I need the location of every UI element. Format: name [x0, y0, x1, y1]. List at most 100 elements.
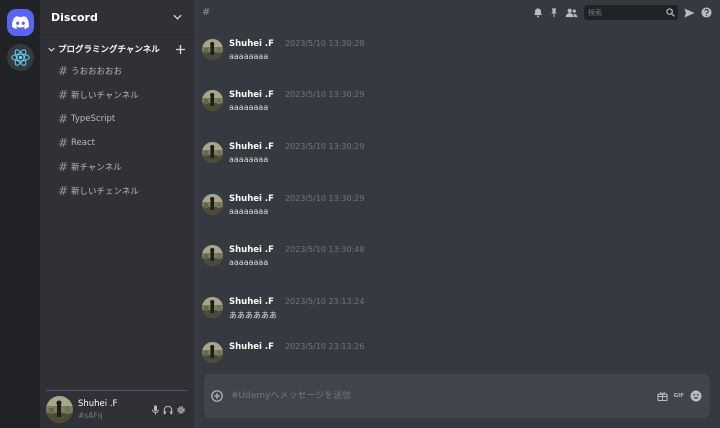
message-header: Shuhei .F 2023/5/10 13:30:29 [229, 194, 364, 204]
message-timestamp: 2023/5/10 23:13:26 [284, 342, 365, 351]
help-icon[interactable] [701, 7, 712, 18]
channel-label: 新しいチャンネル [71, 91, 139, 101]
channel-label: 新チャンネル [71, 163, 122, 173]
message-item[interactable]: Shuhei .F 2023/5/10 23:13:26 [202, 342, 364, 363]
search-icon[interactable] [666, 8, 675, 17]
plus-icon[interactable] [176, 44, 185, 54]
hash-icon: # [58, 160, 69, 174]
message-input[interactable] [231, 391, 657, 401]
message-text: aaaaaaaa [229, 207, 269, 216]
discord-logo-icon [11, 16, 29, 29]
server-react[interactable] [6, 44, 34, 71]
message-author[interactable]: Shuhei .F [229, 39, 274, 49]
message-body: Shuhei .F 2023/5/10 13:30:48 aaaaaaaa [229, 245, 364, 267]
message-item[interactable]: Shuhei .F 2023/5/10 13:30:29 aaaaaaaa [202, 142, 364, 164]
message-item[interactable]: Shuhei .F 2023/5/10 13:30:48 aaaaaaaa [202, 245, 364, 267]
gear-icon[interactable] [176, 405, 186, 415]
message-timestamp: 2023/5/10 13:30:29 [284, 194, 365, 203]
members-icon[interactable] [565, 8, 578, 18]
channel-item[interactable]: # 新しいチェンネル [40, 179, 194, 203]
message-text: ああああああ [229, 311, 277, 320]
gif-icon[interactable]: GIF [674, 393, 684, 399]
chat-topbar: # [194, 0, 720, 25]
channel-list: # うおおおおお # 新しいチャンネル # TypeScript # React… [40, 59, 194, 203]
microphone-icon[interactable] [151, 404, 160, 415]
avatar[interactable] [202, 245, 223, 266]
user-controls [151, 404, 186, 415]
message-author[interactable]: Shuhei .F [229, 342, 274, 352]
channel-label: うおおおおお [71, 67, 123, 77]
chevron-down-icon [48, 47, 55, 52]
hash-icon: # [58, 64, 69, 78]
message-header: Shuhei .F 2023/5/10 13:30:48 [229, 245, 364, 255]
message-item[interactable]: Shuhei .F 2023/5/10 13:30:29 aaaaaaaa [202, 90, 364, 112]
message-text: aaaaaaaa [229, 52, 269, 61]
channel-item[interactable]: # 新しいチャンネル [40, 83, 194, 107]
message-item[interactable]: Shuhei .F 2023/5/10 23:13:24 ああああああ [202, 297, 364, 321]
message-body: Shuhei .F 2023/5/10 23:13:24 ああああああ [229, 297, 364, 321]
message-author[interactable]: Shuhei .F [229, 194, 274, 204]
app-window: Discord プログラミングチャンネル # うおおおおお # 新しいチャンネル… [0, 0, 720, 428]
channel-item[interactable]: # React [40, 131, 194, 155]
message-item[interactable]: Shuhei .F 2023/5/10 13:30:29 aaaaaaaa [202, 194, 364, 216]
avatar[interactable] [202, 142, 223, 163]
message-item[interactable]: Shuhei .F 2023/5/10 13:30:28 aaaaaaaa [202, 39, 364, 61]
search-input[interactable] [588, 8, 658, 17]
message-header: Shuhei .F 2023/5/10 13:30:29 [229, 90, 364, 100]
chevron-down-icon[interactable] [173, 14, 182, 20]
message-text: aaaaaaaa [229, 155, 269, 164]
server-discord-home[interactable] [6, 9, 34, 36]
message-author[interactable]: Shuhei .F [229, 297, 274, 307]
search-box[interactable] [584, 5, 678, 20]
composer-tools: GIF [657, 390, 702, 402]
add-circle-icon[interactable] [211, 390, 223, 402]
avatar[interactable] [202, 39, 223, 60]
user-tag: #sAFq [78, 411, 103, 420]
channel-sidebar: Discord プログラミングチャンネル # うおおおおお # 新しいチャンネル… [40, 0, 194, 428]
hash-icon: # [58, 184, 69, 198]
category-toggle[interactable]: プログラミングチャンネル [48, 43, 160, 55]
hash-icon: # [58, 88, 69, 102]
avatar[interactable] [202, 342, 223, 363]
user-meta: Shuhei .F #sAFq [78, 399, 117, 420]
message-author[interactable]: Shuhei .F [229, 245, 274, 255]
message-timestamp: 2023/5/10 13:30:29 [284, 142, 365, 151]
channel-item[interactable]: # 新チャンネル [40, 155, 194, 179]
channel-item[interactable]: # うおおおおお [40, 59, 194, 83]
bell-icon[interactable] [533, 7, 543, 18]
channel-label: React [71, 138, 95, 148]
server-rail [0, 0, 40, 428]
headphones-icon[interactable] [163, 405, 173, 415]
avatar[interactable] [202, 90, 223, 111]
chat-area: # 検索 Shuhei .F 2023/5/10 13:30:28 aaaaaa… [194, 0, 720, 428]
message-header: Shuhei .F 2023/5/10 23:13:24 [229, 297, 364, 307]
avatar[interactable] [46, 396, 73, 423]
channel-category[interactable]: プログラミングチャンネル [40, 42, 194, 56]
category-label: プログラミングチャンネル [58, 45, 160, 55]
avatar[interactable] [202, 194, 223, 215]
message-body: Shuhei .F 2023/5/10 13:30:28 aaaaaaaa [229, 39, 364, 61]
topbar-tools [533, 5, 712, 20]
gift-icon[interactable] [657, 391, 668, 401]
user-name: Shuhei .F [78, 399, 118, 409]
message-timestamp: 2023/5/10 13:30:29 [284, 90, 365, 99]
emoji-icon[interactable] [690, 390, 702, 402]
hash-icon: # [58, 112, 69, 126]
message-timestamp: 2023/5/10 13:30:48 [284, 245, 365, 254]
message-composer: GIF [204, 374, 710, 418]
send-icon[interactable] [684, 7, 695, 18]
topbar-channel-hash: # [202, 7, 211, 18]
message-author[interactable]: Shuhei .F [229, 90, 274, 100]
channel-label: 新しいチェンネル [71, 187, 139, 197]
message-timestamp: 2023/5/10 23:13:24 [284, 297, 365, 306]
channel-item[interactable]: # TypeScript [40, 107, 194, 131]
pin-icon[interactable] [549, 7, 559, 18]
server-name: Discord [51, 10, 98, 24]
message-text: aaaaaaaa [229, 103, 269, 112]
message-header: Shuhei .F 2023/5/10 23:13:26 [229, 342, 364, 352]
message-author[interactable]: Shuhei .F [229, 142, 274, 152]
avatar[interactable] [202, 297, 223, 318]
message-body: Shuhei .F 2023/5/10 13:30:29 aaaaaaaa [229, 194, 364, 216]
server-header[interactable]: Discord [40, 0, 194, 35]
user-panel: Shuhei .F #sAFq [46, 390, 188, 428]
